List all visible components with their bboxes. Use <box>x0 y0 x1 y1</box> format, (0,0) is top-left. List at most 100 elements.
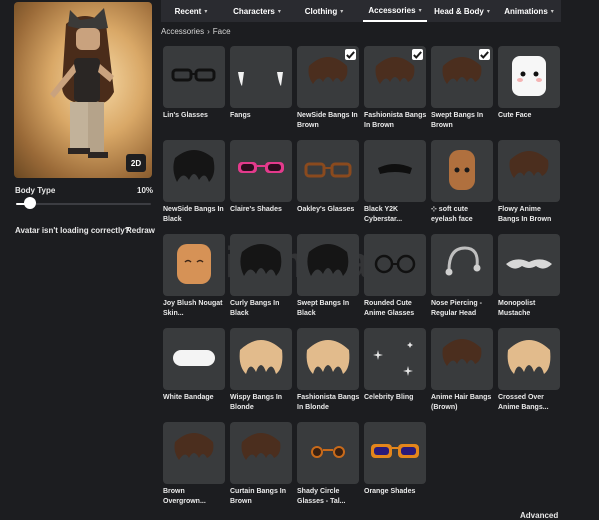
avatar-figure <box>50 8 114 158</box>
item-card[interactable]: ⊹ soft cute eyelash face <box>431 140 493 225</box>
advanced-link[interactable]: Advanced <box>520 511 558 520</box>
tab-recent[interactable]: Recent ▾ <box>165 0 217 22</box>
bandage-icon <box>173 350 215 366</box>
breadcrumb-current: Face <box>212 27 231 36</box>
equipped-check-icon <box>345 49 356 60</box>
item-card[interactable]: Swept Bangs In Brown <box>431 46 493 131</box>
brown-bangs-icon <box>509 151 549 178</box>
body-type-label: Body Type <box>15 186 56 195</box>
item-name: Black Y2K Cyberstar... <box>364 206 403 223</box>
item-thumbnail <box>163 234 225 296</box>
item-card[interactable]: Fashionista Bangs In Blonde <box>297 328 359 413</box>
item-thumbnail <box>297 328 359 390</box>
item-card[interactable]: Orange Shades <box>364 422 426 497</box>
item-card[interactable]: Curly Bangs In Black <box>230 234 292 319</box>
item-card[interactable]: Celebrity Bling <box>364 328 426 403</box>
breadcrumb-parent[interactable]: Accessories <box>161 27 204 36</box>
body-type-slider-track[interactable] <box>16 203 151 205</box>
item-name: Shady Circle Glasses - Tal... <box>297 488 346 505</box>
black-bangs-icon <box>173 150 215 182</box>
chevron-down-icon: ▾ <box>340 8 344 15</box>
item-card[interactable]: Lin's Glasses <box>163 46 225 121</box>
item-thumbnail <box>431 140 493 202</box>
item-card[interactable]: Cute Face <box>498 46 560 121</box>
item-thumbnail <box>163 46 225 108</box>
item-name: Wispy Bangs In Blonde <box>230 394 283 411</box>
body-type-value: 10% <box>137 186 154 195</box>
chevron-down-icon: ▾ <box>550 8 554 15</box>
item-thumbnail <box>297 46 359 108</box>
chevron-down-icon: ▾ <box>418 7 422 14</box>
tab-accessories[interactable]: Accessories ▾ <box>363 0 427 22</box>
black-bangs-icon <box>240 244 282 276</box>
brown-bangs-icon <box>174 433 214 460</box>
item-name: NewSide Bangs In Black <box>163 206 224 223</box>
item-card[interactable]: Fangs <box>230 46 292 121</box>
marshmallow-face-icon <box>512 56 546 96</box>
tab-label: Clothing <box>304 6 338 16</box>
redraw-link[interactable]: Redraw <box>126 226 155 235</box>
item-card[interactable]: Joy Blush Nougat Skin... <box>163 234 225 319</box>
item-card[interactable]: Crossed Over Anime Bangs... <box>498 328 560 413</box>
item-name: Brown Overgrown... <box>163 488 206 505</box>
item-card[interactable]: Wispy Bangs In Blonde <box>230 328 292 413</box>
item-thumbnail <box>431 46 493 108</box>
blonde-bangs-icon <box>239 340 283 374</box>
item-card[interactable]: Rounded Cute Anime Glasses <box>364 234 426 319</box>
item-card[interactable]: Swept Bangs In Black <box>297 234 359 319</box>
item-card[interactable]: Monopolist Mustache <box>498 234 560 319</box>
black-visor-icon <box>378 164 412 174</box>
item-card[interactable]: Black Y2K Cyberstar... <box>364 140 426 225</box>
item-name: Crossed Over Anime Bangs... <box>498 394 549 411</box>
tab-clothing[interactable]: Clothing ▾ <box>301 0 347 22</box>
item-thumbnail <box>364 46 426 108</box>
tab-characters[interactable]: Characters ▾ <box>227 0 287 22</box>
tab-animations[interactable]: Animations ▾ <box>499 0 559 22</box>
tab-head-body[interactable]: Head & Body ▾ <box>431 0 493 22</box>
item-card[interactable]: Claire's Shades <box>230 140 292 215</box>
item-card[interactable]: Nose Piercing - Regular Head <box>431 234 493 319</box>
equipped-check-icon <box>412 49 423 60</box>
item-card[interactable]: Oakley's Glasses <box>297 140 359 215</box>
item-thumbnail <box>364 422 426 484</box>
item-name: Joy Blush Nougat Skin... <box>163 300 223 317</box>
chevron-down-icon: ▾ <box>204 8 208 15</box>
item-thumbnail <box>297 140 359 202</box>
item-name: NewSide Bangs In Brown <box>297 112 358 129</box>
orange-shades-icon <box>371 444 419 458</box>
item-thumbnail <box>230 422 292 484</box>
item-thumbnail <box>163 422 225 484</box>
view-2d-toggle-button[interactable]: 2D <box>126 154 146 172</box>
breadcrumb: Accessories › Face <box>161 27 231 36</box>
item-thumbnail <box>364 140 426 202</box>
item-card[interactable]: Flowy Anime Bangs In Brown <box>498 140 560 225</box>
tab-label: Head & Body <box>434 6 484 16</box>
chevron-down-icon: ▾ <box>486 8 490 15</box>
item-card[interactable]: Curtain Bangs In Brown <box>230 422 292 507</box>
item-name: ⊹ soft cute eyelash face <box>431 206 473 223</box>
circle-glasses-icon <box>311 446 345 458</box>
orange-face-icon <box>177 244 211 284</box>
item-card[interactable]: Shady Circle Glasses - Tal... <box>297 422 359 507</box>
tab-label: Accessories <box>368 5 416 15</box>
item-thumbnail <box>297 422 359 484</box>
item-thumbnail <box>498 140 560 202</box>
fangs-icon <box>238 72 283 86</box>
item-card[interactable]: Brown Overgrown... <box>163 422 225 507</box>
body-type-slider-thumb[interactable] <box>23 197 36 209</box>
item-thumbnail <box>364 234 426 296</box>
avatar-preview[interactable]: 2D <box>14 2 152 178</box>
item-name: Curly Bangs In Black <box>230 300 280 317</box>
item-name: Flowy Anime Bangs In Brown <box>498 206 552 223</box>
item-thumbnail <box>163 140 225 202</box>
breadcrumb-separator: › <box>207 27 210 36</box>
item-card[interactable]: Anime Hair Bangs (Brown) <box>431 328 493 413</box>
item-card[interactable]: White Bandage <box>163 328 225 403</box>
category-tabbar: Recent ▾ Characters ▾ Clothing ▾ Accessorie… <box>161 0 561 22</box>
item-card[interactable]: NewSide Bangs In Black <box>163 140 225 225</box>
item-card[interactable]: Fashionista Bangs In Brown <box>364 46 426 131</box>
brown-bangs-icon <box>442 339 482 366</box>
item-card[interactable]: NewSide Bangs In Brown <box>297 46 359 131</box>
black-bangs-icon <box>307 244 349 276</box>
item-name: Curtain Bangs In Brown <box>230 488 287 505</box>
